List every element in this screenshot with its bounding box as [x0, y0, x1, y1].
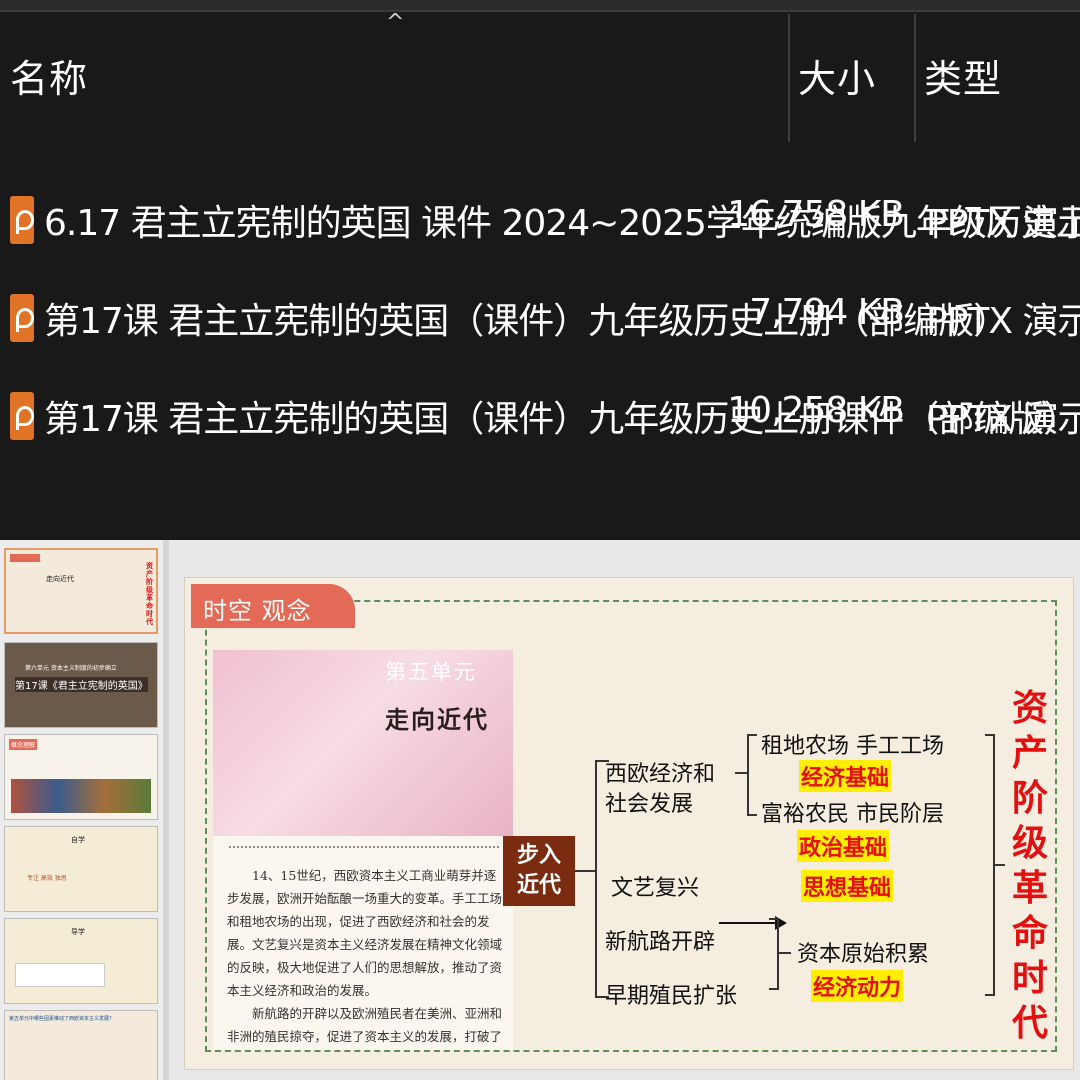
result-char: 阶 [1011, 777, 1048, 819]
slide-title-tab: 时空 观念 [191, 584, 355, 628]
slide-thumbnail-pane: 走向近代 资产阶级革命时代 第六单元 资本主义制度的初步确立 第17课《君主立宪… [0, 540, 170, 1080]
center-tag-line: 近代 [516, 872, 561, 898]
column-divider[interactable] [914, 14, 916, 142]
slide-thumbnail[interactable]: 走向近代 资产阶级革命时代 [4, 548, 158, 634]
textbook-unit: 第五单元 [385, 660, 477, 684]
branch-label: 文艺复兴 [611, 876, 700, 901]
textbook-divider [229, 846, 499, 848]
textbook-paragraph: 14、15世纪，西欧资本主义工商业萌芽并逐步发展，欧洲开始酝酿一场重大的变革。手… [227, 868, 503, 998]
slide-canvas[interactable]: 时空 观念 第五单元 走向近代 14、15世纪，西欧资本主义工商业萌芽并逐步发展… [184, 577, 1074, 1070]
result-char: 时 [1011, 957, 1048, 999]
highlight-label: 经济动力 [811, 970, 904, 1002]
textbook-heading: 走向近代 [385, 705, 489, 734]
pptx-file-icon [10, 196, 34, 244]
result-char: 级 [1011, 822, 1048, 864]
connector-line [575, 870, 595, 872]
thumb-note [15, 963, 105, 987]
branch-label: 西欧经济和 [605, 762, 716, 787]
result-char: 命 [1011, 912, 1048, 954]
column-header-type[interactable]: 类型 [924, 48, 1002, 103]
file-name: 第17课 君主立宪制的英国（课件）九年级历史上册课件（部编版） [44, 399, 1079, 440]
sort-ascending-icon[interactable]: ^ [386, 12, 404, 34]
sub-bracket [769, 918, 779, 990]
column-header-size[interactable]: 大小 [798, 48, 876, 103]
file-row[interactable]: 6.17 君主立宪制的英国 课件 2024~2025学年统编版九年级历史上册 1… [0, 186, 1080, 256]
column-header-name[interactable]: 名称 [10, 48, 88, 103]
pptx-file-icon [10, 392, 34, 440]
file-size: 16,758 KB [727, 194, 905, 235]
file-type: PPTX 演示文稿 [926, 203, 1080, 244]
slide-thumbnail[interactable]: 第六单元 资本主义制度的初步确立 第17课《君主立宪制的英国》 [4, 642, 158, 728]
column-divider[interactable] [788, 14, 790, 142]
result-char: 革 [1011, 867, 1048, 909]
textbook-image: 第五单元 走向近代 14、15世纪，西欧资本主义工商业萌芽并逐步发展，欧洲开始酝… [213, 650, 513, 1050]
thumb-title-tab [10, 554, 40, 562]
file-name: 6.17 君主立宪制的英国 课件 2024~2025学年统编版九年级历史上册 [44, 203, 1080, 244]
slide-title: 时空 观念 [203, 597, 312, 625]
file-size: 7,794 KB [749, 292, 905, 333]
result-char: 资 [1011, 687, 1048, 729]
center-tag: 步入 近代 [503, 836, 575, 906]
thumb-sub: 专注 高效 独思 [27, 875, 67, 882]
thumb-label: 导学 [71, 928, 85, 936]
thumb-label: 走向近代 [46, 575, 74, 583]
thumb-label: 第五单元中哪些因素推动了西欧资本主义发展? [9, 1016, 112, 1022]
explorer-top-bar [0, 0, 1080, 12]
pptx-file-icon [10, 294, 34, 342]
presentation-editor: 走向近代 资产阶级革命时代 第六单元 资本主义制度的初步确立 第17课《君主立宪… [0, 540, 1080, 1080]
branch-label: 社会发展 [605, 792, 694, 817]
slide-thumbnail[interactable]: 导学 [4, 918, 158, 1004]
file-row[interactable]: 第17课 君主立宪制的英国（课件）九年级历史上册（部编版） 7,794 KB P… [0, 284, 1080, 354]
slide-thumbnail[interactable]: 概念理解 [4, 734, 158, 820]
connector-line [779, 952, 791, 954]
sub-label: 富裕农民 市民阶层 [761, 802, 944, 827]
thumb-label: 第17课《君主立宪制的英国》 [15, 677, 148, 692]
thumb-label: 概念理解 [9, 739, 38, 750]
sub-label: 租地农场 手工工场 [761, 734, 944, 759]
sub-bracket [747, 734, 757, 816]
connector-line [995, 864, 1005, 866]
slide-thumbnail[interactable]: 自学 专注 高效 独思 [4, 826, 158, 912]
result-char: 产 [1011, 732, 1048, 774]
branch-label: 早期殖民扩张 [605, 984, 738, 1009]
thumb-side-label: 资产阶级革命时代 [146, 562, 153, 626]
file-type: PPTX 演示文稿 [926, 301, 1080, 342]
thumbnail-scrollbar[interactable] [163, 540, 169, 1080]
file-size: 10,258 KB [727, 390, 905, 431]
file-explorer: ^ 名称 大小 类型 6.17 君主立宪制的英国 课件 2024~2025学年统… [0, 0, 1080, 540]
textbook-paragraph: 新航路的开辟以及欧洲殖民者在美洲、亚洲和非洲的殖民掠夺，促进了资本主义的发展，打… [227, 1006, 503, 1044]
textbook-text: 14、15世纪，西欧资本主义工商业萌芽并逐步发展，欧洲开始酝酿一场重大的变革。手… [227, 864, 505, 1050]
center-tag-line: 步入 [516, 842, 561, 868]
result-label: 资 产 阶 级 革 命 时 代 [1005, 686, 1055, 1046]
thumb-label: 自学 [71, 836, 85, 844]
slide-thumbnail[interactable]: 第五单元中哪些因素推动了西欧资本主义发展? [4, 1010, 158, 1080]
highlight-label: 政治基础 [797, 830, 890, 862]
branch-label: 新航路开辟 [605, 930, 716, 955]
file-type: PPTX 演示文稿 [926, 399, 1080, 440]
file-row[interactable]: 第17课 君主立宪制的英国（课件）九年级历史上册课件（部编版） 10,258 K… [0, 382, 1080, 452]
result-bracket [985, 734, 995, 996]
thumb-sub: 第六单元 资本主义制度的初步确立 [25, 665, 117, 672]
sub-label: 资本原始积累 [797, 942, 930, 967]
connector-line [735, 772, 747, 774]
highlight-label: 思想基础 [801, 870, 894, 902]
result-char: 代 [1011, 1002, 1048, 1044]
thumb-image [11, 779, 151, 813]
highlight-label: 经济基础 [799, 760, 892, 792]
